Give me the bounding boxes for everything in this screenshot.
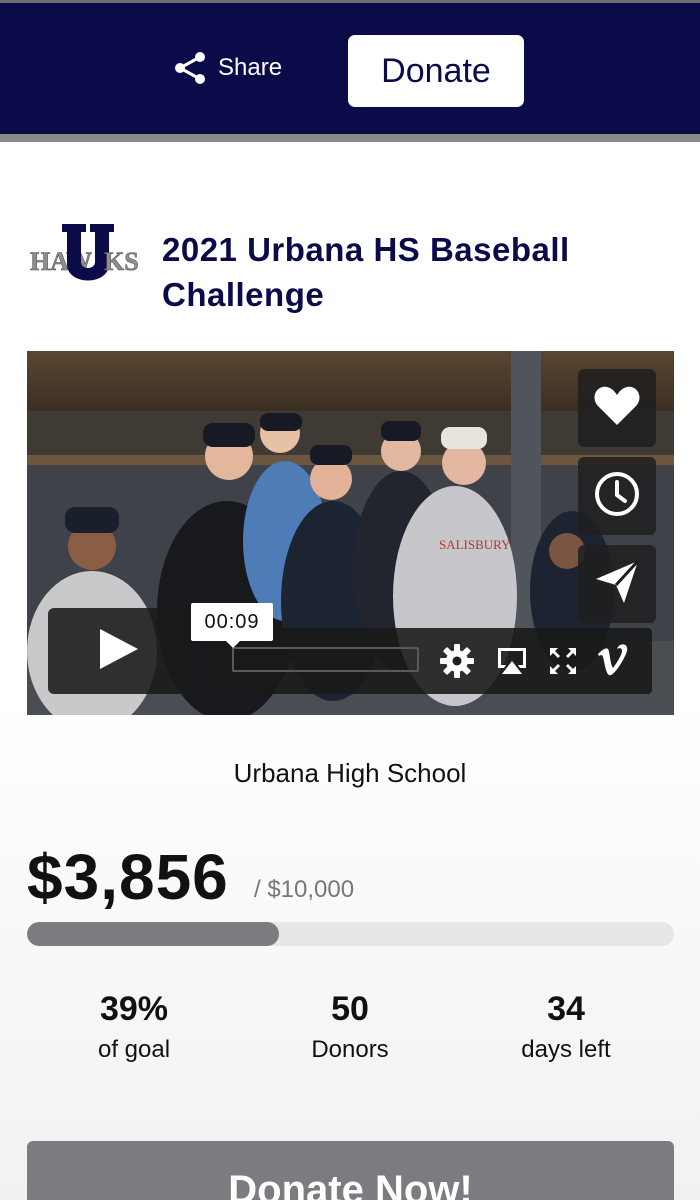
stat-label: of goal: [97, 1036, 171, 1063]
svg-text:SALISBURY: SALISBURY: [439, 537, 511, 552]
header-divider: [0, 134, 700, 142]
stat-days-left: 34 days left: [456, 988, 676, 1068]
share-video-button[interactable]: [578, 545, 656, 623]
svg-text:KS: KS: [104, 247, 139, 276]
funding-progress-bar: [27, 922, 674, 946]
video-timecode: 00:09: [191, 603, 273, 648]
stat-label: days left: [521, 1036, 611, 1063]
settings-icon[interactable]: [440, 644, 474, 678]
donate-button[interactable]: Donate: [348, 35, 524, 107]
stat-donors: 50 Donors: [240, 988, 460, 1068]
amount-raised: $3,856: [27, 841, 229, 913]
campaign-title: 2021 Urbana HS Baseball Challenge: [162, 231, 570, 313]
airplay-icon[interactable]: [495, 644, 529, 678]
top-bar: Share Donate: [0, 0, 700, 134]
hawks-logo: HAW KS: [28, 220, 148, 286]
play-icon: [98, 627, 140, 676]
organization-name: Urbana High School: [233, 758, 467, 788]
stat-label: Donors: [311, 1036, 389, 1063]
heart-icon: [593, 385, 641, 432]
stat-value: 34: [547, 990, 585, 1028]
share-label: Share: [218, 54, 283, 81]
stat-value: 50: [331, 990, 369, 1028]
vimeo-icon[interactable]: [596, 644, 630, 678]
stat-percent-goal: 39% of goal: [24, 988, 244, 1068]
like-button[interactable]: [578, 369, 656, 447]
video-controls: [210, 628, 652, 694]
video-progress-bar[interactable]: [232, 647, 419, 672]
stat-value: 39%: [99, 990, 169, 1028]
play-button[interactable]: [48, 608, 189, 694]
watch-later-button[interactable]: [578, 457, 656, 535]
goal-amount: / $10,000: [254, 876, 355, 903]
funding-progress-fill: [27, 922, 280, 946]
donate-now-button[interactable]: Donate Now!: [27, 1141, 674, 1200]
share-button[interactable]: Share: [172, 48, 282, 88]
fullscreen-icon[interactable]: [548, 644, 582, 678]
clock-icon: [593, 470, 641, 523]
send-icon: [594, 559, 640, 610]
share-icon: [172, 50, 208, 86]
